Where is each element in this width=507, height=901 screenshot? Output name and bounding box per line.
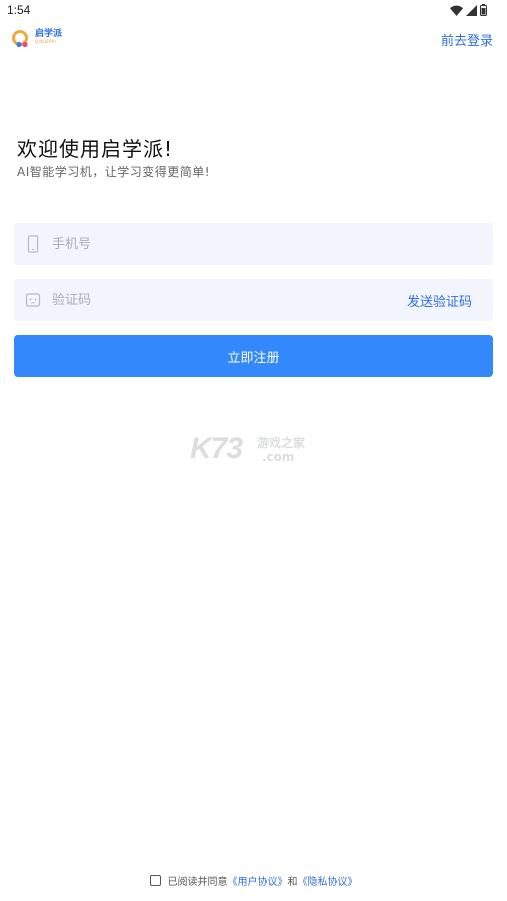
- code-field[interactable]: 发送验证码: [14, 279, 493, 321]
- phone-icon: [27, 235, 39, 253]
- watermark-brand: K73: [190, 432, 243, 465]
- verification-code-icon: [25, 293, 41, 307]
- logo-mark-icon: [12, 30, 28, 48]
- logo-subtext: QIXUEPAI: [35, 39, 56, 44]
- status-bar: 1:54: [0, 0, 507, 22]
- signal-icon: [466, 4, 477, 16]
- welcome-subtitle: AI智能学习机，让学习变得更简单!: [17, 165, 211, 179]
- privacy-agreement-link[interactable]: 《隐私协议》: [298, 873, 358, 888]
- watermark: K73 游戏之家 .com: [190, 432, 320, 472]
- logo-text: 启学派: [35, 29, 63, 39]
- battery-icon: [480, 4, 487, 16]
- phone-input[interactable]: [52, 223, 352, 265]
- user-agreement-link[interactable]: 《用户协议》: [228, 873, 288, 888]
- watermark-cn: 游戏之家: [257, 436, 306, 450]
- app-logo: 启学派 QIXUEPAI: [12, 30, 62, 48]
- goto-login-link[interactable]: 前去登录: [441, 30, 493, 49]
- phone-field[interactable]: [14, 223, 493, 265]
- agreement-and: 和: [287, 877, 298, 888]
- code-input[interactable]: [52, 279, 352, 321]
- agreement-row: 已阅读并同意 《用户协议》 和 《隐私协议》: [0, 873, 507, 888]
- status-icons: [450, 3, 487, 17]
- send-code-button[interactable]: 发送验证码: [407, 291, 472, 310]
- register-button[interactable]: 立即注册: [14, 335, 493, 377]
- watermark-domain: .com: [262, 450, 295, 464]
- status-time: 1:54: [7, 3, 31, 17]
- welcome-title: 欢迎使用启学派!: [17, 137, 174, 161]
- agreement-prefix: 已阅读并同意: [167, 877, 228, 888]
- agreement-checkbox[interactable]: [149, 875, 161, 886]
- wifi-icon: [450, 5, 463, 16]
